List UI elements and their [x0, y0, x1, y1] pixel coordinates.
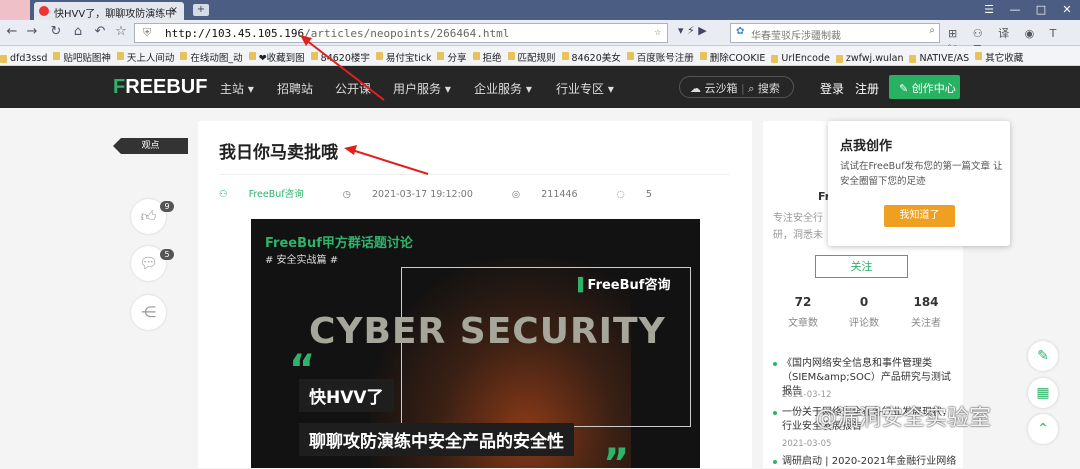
- follow-button[interactable]: 关注: [815, 255, 908, 278]
- author-desc: 专注安全行: [773, 213, 823, 224]
- arrow-to-url: [305, 39, 385, 101]
- stat-num: 72: [794, 295, 812, 309]
- news-title: 调研启动 | 2020-2021年金融行业网络: [782, 456, 957, 467]
- stat-num: 0: [859, 295, 869, 309]
- stat-followers: 184 关注者: [896, 295, 956, 329]
- qrcode-icon: ▦: [1036, 385, 1050, 401]
- arrow-head-title: [344, 145, 357, 155]
- popup-ok-button[interactable]: 我知道了: [884, 205, 955, 227]
- stat-articles: 72 文章数: [773, 295, 833, 329]
- edit-float-button[interactable]: ✎: [1028, 341, 1058, 371]
- popup-title: 点我创作: [840, 139, 893, 154]
- qrcode-button[interactable]: ▦: [1028, 378, 1058, 408]
- create-tip-popup: 点我创作 试试在FreeBuf发布您的第一篇文章 让安全圈留下您的足迹 我知道了: [828, 121, 1010, 246]
- arrow-up-icon: ⌃: [1037, 421, 1049, 437]
- watermark: @漏洞安全实验室: [815, 406, 992, 431]
- news-item[interactable]: 调研启动 | 2020-2021年金融行业网络: [773, 455, 958, 469]
- pen-icon: ✎: [1037, 348, 1049, 364]
- news-date: 2021-03-12: [782, 390, 832, 400]
- author-desc-2: 研，洞悉未: [773, 230, 823, 241]
- news-date: 2021-03-05: [782, 439, 832, 449]
- arrow-to-title: [351, 149, 429, 175]
- stat-label: 文章数: [788, 318, 818, 329]
- stat-label: 关注者: [911, 318, 941, 329]
- back-to-top-button[interactable]: ⌃: [1028, 414, 1058, 444]
- stat-num: 184: [913, 295, 939, 309]
- stat-label: 评论数: [849, 318, 879, 329]
- popup-desc: 试试在FreeBuf发布您的第一篇文章 让安全圈留下您的足迹: [840, 161, 1003, 187]
- stat-comments: 0 评论数: [834, 295, 894, 329]
